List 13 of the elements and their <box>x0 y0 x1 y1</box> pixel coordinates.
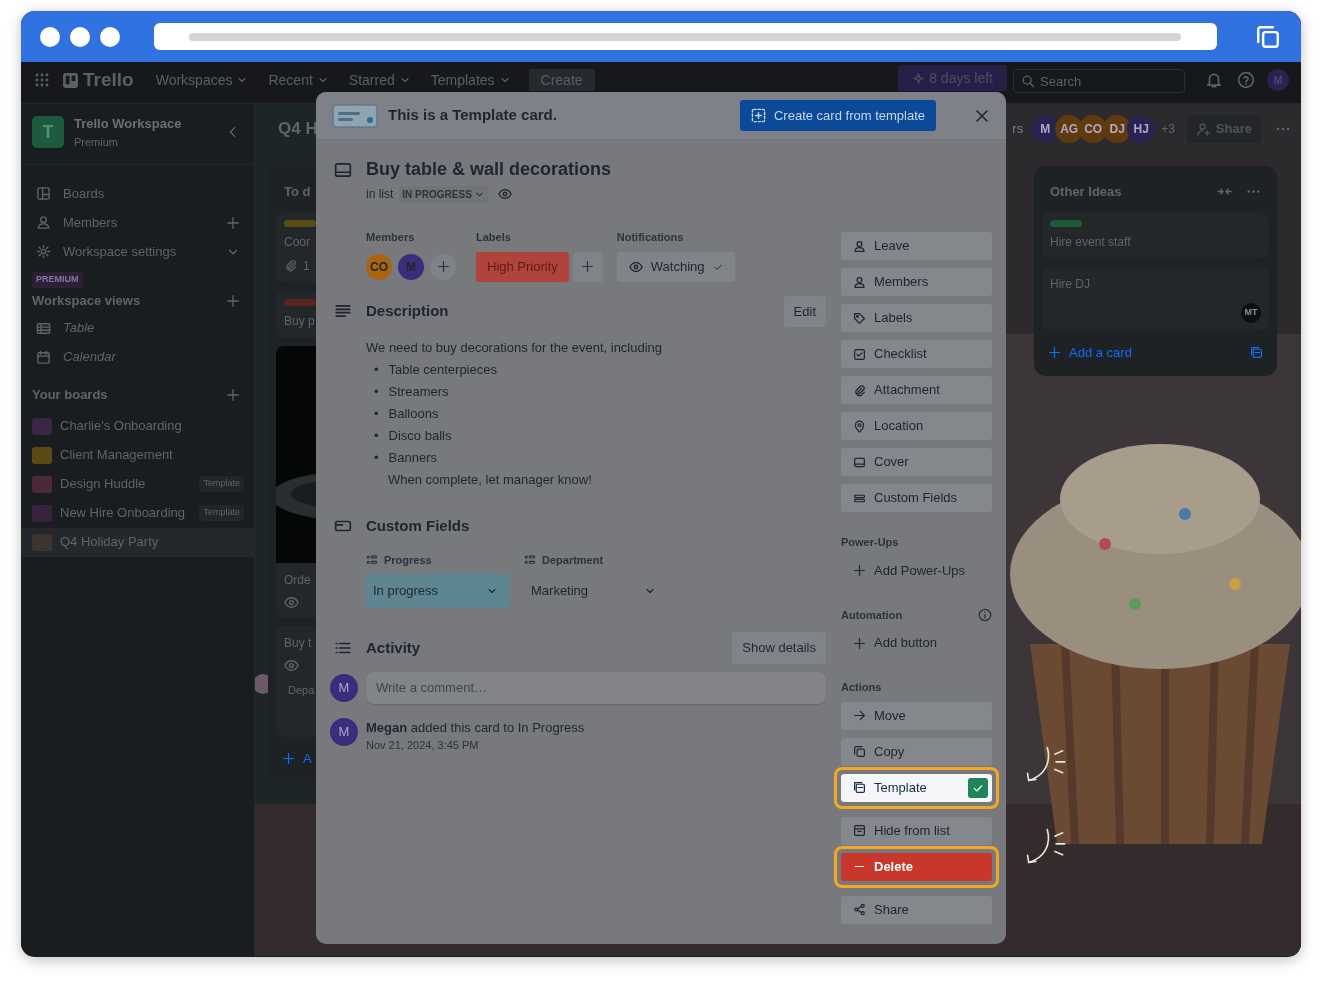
board-name: Charlie's Onboarding <box>60 417 182 436</box>
board-name: Q4 Holiday Party <box>60 533 159 552</box>
board-name: Design Huddle <box>60 475 146 494</box>
board-name: Client Management <box>60 446 173 465</box>
template-badge: Template <box>199 505 244 521</box>
template-badge: Template <box>199 476 244 492</box>
premium-badge: PREMIUM <box>32 272 83 288</box>
workspace-name: Trello Workspace <box>74 115 182 133</box>
section-heading: Workspace views <box>32 291 141 310</box>
workspace-plan: Premium <box>74 134 119 150</box>
section-heading: Your boards <box>32 385 108 404</box>
board-name: New Hire Onboarding <box>60 504 185 523</box>
workspace-tile: T <box>32 116 64 148</box>
